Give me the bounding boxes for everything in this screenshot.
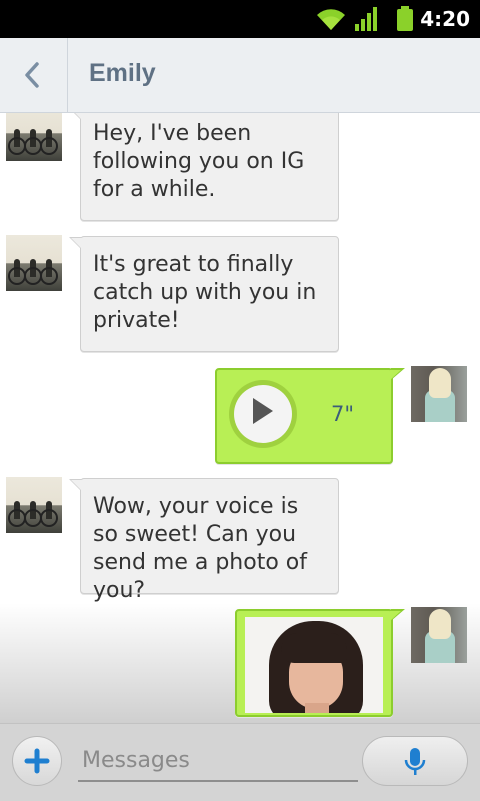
user-avatar[interactable] [411,607,467,663]
message-list[interactable]: Hey, I've been following you on IG for a… [0,113,480,723]
wifi-icon [317,9,345,31]
message-text: Wow, your voice is so sweet! Can you sen… [93,494,307,603]
message-input[interactable] [78,740,358,782]
play-button[interactable] [229,380,297,448]
status-time: 4:20 [420,7,470,31]
message-text: Hey, I've been following you on IG for a… [93,121,305,202]
play-icon [253,398,273,424]
status-bar: 4:20 [0,0,480,38]
message-composer [0,723,480,801]
photo-message-bubble[interactable] [235,609,405,717]
voice-record-button[interactable] [362,736,468,786]
received-message-bubble[interactable]: Wow, your voice is so sweet! Can you sen… [69,478,339,603]
chevron-left-icon [25,62,39,88]
contact-name: Emily [89,59,156,87]
contact-avatar[interactable] [6,477,62,533]
voice-duration: 7" [331,402,355,426]
conversation-header: Emily [0,38,480,113]
received-message-bubble[interactable]: Hey, I've been following you on IG for a… [69,113,339,221]
plus-icon [24,748,50,774]
sent-photo[interactable] [245,617,383,713]
message-text: It's great to finally catch up with you … [93,252,317,333]
add-attachment-button[interactable] [12,736,62,786]
back-button[interactable] [0,38,68,112]
contact-avatar[interactable] [6,113,62,161]
user-avatar[interactable] [411,366,467,422]
contact-avatar[interactable] [6,235,62,291]
voice-message-bubble[interactable]: 7" [215,368,405,464]
microphone-icon [404,748,426,775]
signal-icon [355,7,377,31]
battery-icon [397,6,413,31]
received-message-bubble[interactable]: It's great to finally catch up with you … [69,236,339,352]
